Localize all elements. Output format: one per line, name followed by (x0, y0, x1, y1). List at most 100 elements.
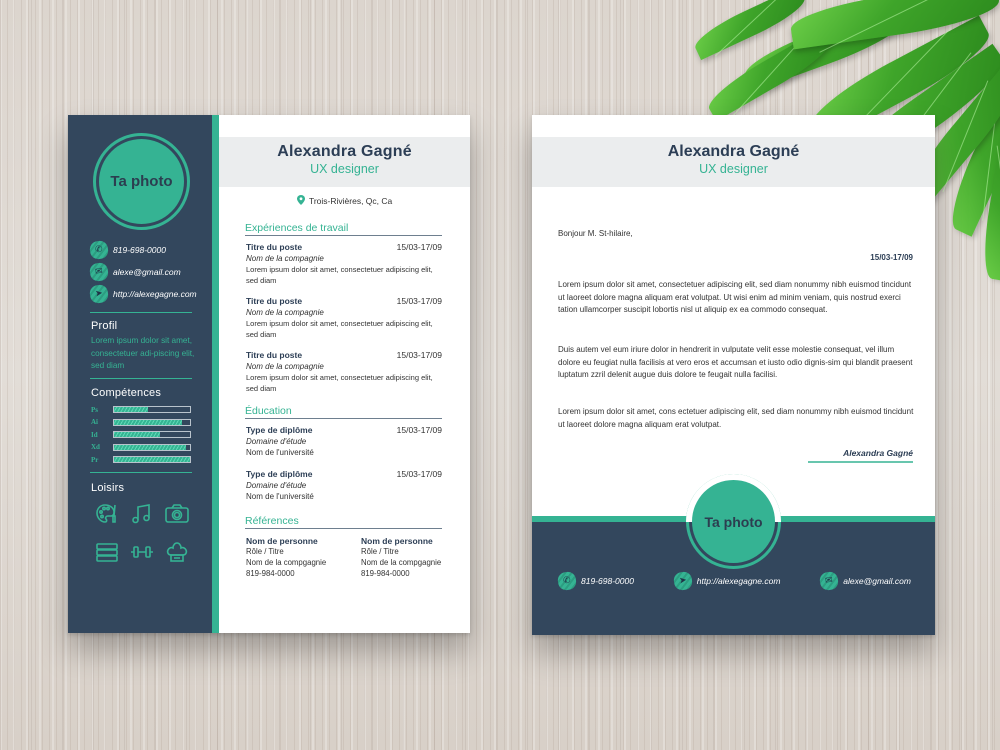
books-icon (90, 539, 125, 565)
references-title: Références (245, 515, 442, 529)
profile-text: Lorem ipsum dolor sit amet, consectetuer… (91, 336, 195, 370)
experience-entry: Titre du poste 15/03-17/09 Nom de la compa… (246, 296, 442, 340)
divider (90, 312, 192, 313)
contact-website-text: http://alexegagne.com (113, 289, 197, 299)
skill-bar (113, 406, 191, 413)
footer-contacts: ✆ 819-698-0000 ➤ http://alexegagne.com ✉… (532, 570, 935, 592)
skill-row: Xd (91, 443, 191, 452)
music-note-icon (125, 501, 160, 527)
dumbbell-icon (125, 539, 160, 565)
divider (90, 472, 192, 473)
skill-bar-fill (114, 457, 190, 462)
skill-row: Ps (91, 405, 191, 414)
photo-label: Ta photo (692, 480, 775, 563)
contact-phone-text: 819-698-0000 (113, 245, 166, 255)
sidebar-accent-stripe (212, 115, 219, 633)
job-date: 15/03-17/09 (396, 296, 442, 306)
contact-list: ✆ 819-698-0000 ✉ alexe@gmail.com ➤ http:… (88, 239, 197, 305)
experience-entry: Titre du poste 15/03-17/09 Nom de la compa… (246, 242, 442, 286)
reference-phone: 819-984-0000 (361, 569, 410, 578)
skill-bar (113, 456, 191, 463)
company-name: Nom de la compagnie (246, 308, 324, 317)
resume-header: Alexandra Gagné UX designer (219, 137, 470, 187)
experience-title: Expériences de travail (245, 222, 442, 236)
skill-label: Ai (91, 418, 98, 426)
resume-role: UX designer (310, 162, 379, 176)
contact-phone: ✆ 819-698-0000 (88, 239, 197, 261)
phone-icon: ✆ (88, 239, 110, 261)
skill-label: Pr (91, 455, 99, 464)
contact-phone-text: 819-698-0000 (581, 576, 634, 586)
education-entry: Type de diplôme 15/03-17/09 Domaine d'étud… (246, 425, 442, 457)
photo-placeholder: Ta photo (93, 133, 190, 230)
letter-date: 15/03-17/09 (870, 253, 913, 262)
skill-row: Id (91, 430, 191, 439)
skill-bar-fill (114, 407, 149, 412)
mail-icon: ✉ (88, 261, 110, 283)
company-name: Nom de la compagnie (246, 254, 324, 263)
experience-entry: Titre du poste 15/03-17/09 Nom de la compa… (246, 350, 442, 394)
job-date: 15/03-17/09 (396, 350, 442, 360)
reference-name: Nom de personne (361, 536, 433, 546)
contact-website: ➤ http://alexegagne.com (88, 283, 197, 305)
skill-bar-fill (114, 444, 187, 450)
skill-label: Id (91, 430, 98, 439)
letter-paragraph: Duis autem vel eum iriure dolor in hendr… (558, 345, 913, 379)
profile-title: Profil (91, 320, 118, 332)
divider (90, 378, 192, 379)
skills-title: Compétences (91, 387, 162, 399)
resume-name: Alexandra Gagné (277, 143, 412, 160)
job-description: Lorem ipsum dolor sit amet, consectetuer… (246, 319, 433, 339)
university-name: Nom de l'université (246, 492, 314, 501)
photo-label: Ta photo (99, 139, 184, 224)
reference-company: Nom de la compgagnie (246, 558, 327, 567)
reference-name: Nom de personne (246, 536, 318, 546)
contact-website: ➤ http://alexegagne.com (672, 570, 781, 592)
palette-icon (90, 501, 125, 527)
education-date: 15/03-17/09 (396, 469, 442, 479)
skill-label: Xd (91, 443, 100, 451)
letter-name: Alexandra Gagné (667, 143, 800, 160)
skill-label: Ps (91, 405, 98, 414)
contact-website-text: http://alexegagne.com (696, 576, 781, 586)
company-name: Nom de la compagnie (246, 362, 324, 371)
location-text: Trois-Rivières, Qc, Ca (308, 196, 393, 206)
letter-header: Alexandra Gagné UX designer (532, 137, 935, 187)
contact-email: ✉ alexe@gmail.com (819, 570, 911, 592)
cursor-icon: ➤ (672, 570, 693, 592)
letter-role: UX designer (699, 162, 768, 176)
letter-paragraph: Lorem ipsum dolor sit amet, consectetuer… (558, 280, 912, 314)
job-date: 15/03-17/09 (396, 242, 442, 252)
location-pin-icon (296, 195, 305, 205)
skill-bar-fill (114, 432, 160, 437)
contact-email-text: alexe@gmail.com (113, 267, 181, 277)
education-title: Éducation (245, 405, 442, 419)
letter-signature: Alexandra Gagné (843, 448, 913, 458)
cursor-icon: ➤ (88, 283, 110, 305)
mail-icon: ✉ (819, 570, 840, 592)
camera-icon (159, 501, 194, 527)
signature-underline (808, 461, 913, 463)
letter-greeting: Bonjour M. St-hilaire, (558, 229, 633, 238)
reference-role: Rôle / Titre (361, 547, 399, 556)
skill-bar (113, 443, 191, 451)
reference-role: Rôle / Titre (246, 547, 284, 556)
letter-paragraph: Lorem ipsum dolor sit amet, cons ectetue… (558, 407, 914, 429)
skill-bar (113, 418, 191, 426)
contact-email-text: alexe@gmail.com (843, 576, 911, 586)
skill-bar-fill (114, 419, 183, 425)
education-entry: Type de diplôme 15/03-17/09 Domaine d'étud… (246, 469, 442, 501)
hobbies-grid (90, 501, 194, 565)
job-description: Lorem ipsum dolor sit amet, consectetuer… (246, 373, 433, 393)
chef-hat-icon (159, 539, 194, 565)
skill-bar (113, 431, 191, 438)
job-description: Lorem ipsum dolor sit amet, consectetuer… (246, 265, 433, 285)
field-of-study: Domaine d'étude (246, 437, 307, 446)
location: Trois-Rivières, Qc, Ca (219, 195, 470, 206)
phone-icon: ✆ (556, 570, 578, 592)
hobbies-title: Loisirs (91, 482, 125, 494)
skill-row: Ai (91, 418, 191, 427)
resume-page: Ta photo ✆ 819-698-0000 ✉ alexe@gmail.co… (68, 115, 470, 633)
university-name: Nom de l'université (246, 448, 314, 457)
contact-phone: ✆ 819-698-0000 (556, 570, 634, 592)
